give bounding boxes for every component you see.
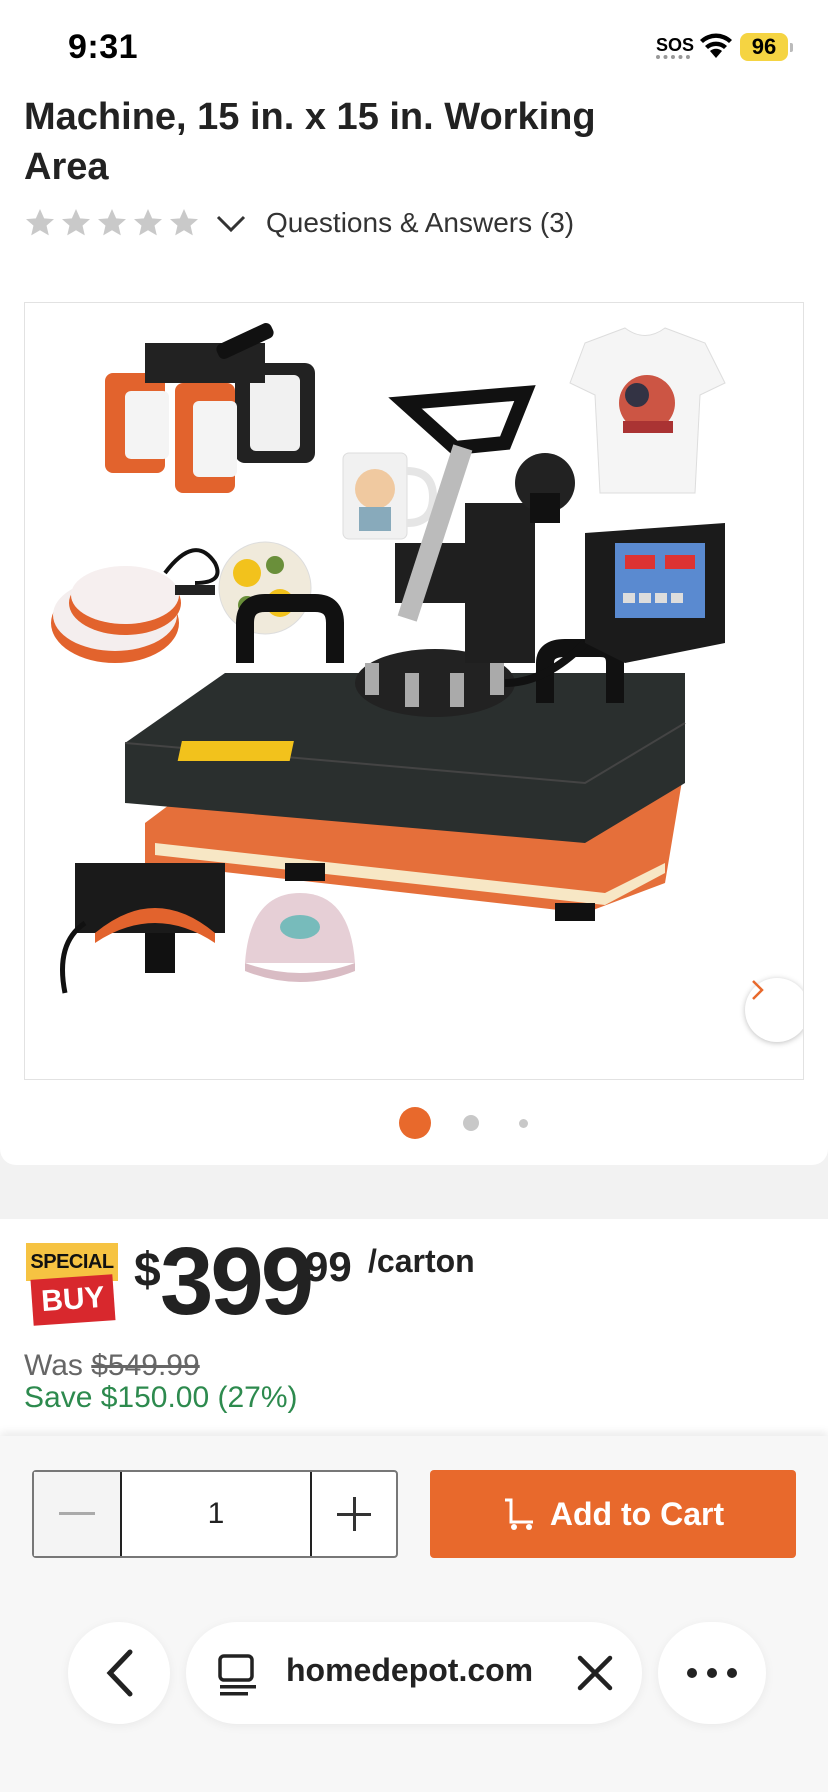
was-label: Was bbox=[24, 1349, 83, 1382]
add-to-cart-label: Add to Cart bbox=[549, 1495, 725, 1532]
tab-overview-icon bbox=[218, 1654, 256, 1696]
battery-icon: 96 bbox=[740, 33, 788, 61]
t-shirt bbox=[569, 327, 726, 494]
star-icon bbox=[26, 209, 54, 236]
price-unit: /carton bbox=[368, 1243, 475, 1279]
heat-press-illustration bbox=[51, 323, 726, 994]
product-card: Machine, 15 in. x 15 in. Working Area Qu… bbox=[0, 90, 828, 1165]
product-title: Machine, 15 in. x 15 in. Working Area bbox=[24, 96, 596, 188]
wifi-icon bbox=[700, 33, 732, 58]
special-buy-badge: SPECIAL BUY bbox=[26, 1243, 118, 1326]
browser-back-button[interactable] bbox=[68, 1622, 170, 1724]
sos-indicator: SOS bbox=[656, 35, 695, 55]
price-card: SPECIAL BUY $ 399 99 /carton Was $549.99… bbox=[0, 1219, 828, 1439]
star-icon bbox=[134, 209, 162, 236]
quantity-stepper: 1 bbox=[32, 1470, 398, 1558]
rating-row[interactable]: Questions & Answers (3) bbox=[24, 202, 574, 244]
browser-more-button[interactable] bbox=[658, 1622, 766, 1724]
cart-bar: 1 Add to Cart bbox=[0, 1436, 828, 1792]
cap bbox=[245, 893, 355, 982]
star-rating bbox=[24, 207, 200, 239]
price-currency: $ bbox=[134, 1244, 161, 1297]
star-icon bbox=[62, 209, 90, 236]
pagination-dot[interactable] bbox=[463, 1115, 479, 1131]
plate-pads bbox=[51, 548, 220, 663]
quantity-decrease-button[interactable] bbox=[34, 1472, 120, 1556]
star-icon bbox=[170, 209, 198, 236]
pagination-dot[interactable] bbox=[519, 1119, 528, 1128]
badge-buy-text: BUY bbox=[30, 1274, 116, 1326]
hat-press-attachment bbox=[60, 863, 225, 994]
product-image[interactable] bbox=[24, 302, 804, 1080]
close-icon[interactable] bbox=[574, 1652, 616, 1694]
plus-icon bbox=[337, 1497, 371, 1531]
url-text[interactable]: homedepot.com bbox=[286, 1652, 533, 1689]
quantity-input[interactable]: 1 bbox=[120, 1472, 312, 1556]
savings-text: Save $150.00 (27%) bbox=[24, 1381, 298, 1414]
cart-icon bbox=[504, 1498, 533, 1530]
mug-press-attachments bbox=[105, 323, 315, 493]
chevron-down-icon[interactable] bbox=[214, 206, 248, 240]
was-price-row: Was $549.99 bbox=[24, 1349, 200, 1383]
was-price: $549.99 bbox=[91, 1349, 200, 1382]
mug bbox=[342, 452, 438, 540]
questions-answers-link[interactable]: Questions & Answers (3) bbox=[266, 207, 574, 239]
battery-tip bbox=[790, 43, 793, 52]
status-time: 9:31 bbox=[68, 28, 139, 66]
gallery-next-button[interactable] bbox=[745, 978, 803, 1042]
status-bar: 9:31 SOS 96 bbox=[0, 0, 828, 90]
star-icon bbox=[98, 209, 126, 236]
signal-dots-icon bbox=[656, 55, 690, 59]
coaster bbox=[218, 541, 312, 635]
more-icon bbox=[687, 1668, 737, 1678]
minus-icon bbox=[59, 1512, 95, 1515]
pagination-dot-active[interactable] bbox=[399, 1107, 431, 1139]
price-dollars: 399 bbox=[160, 1228, 314, 1335]
price-cents: 99 bbox=[305, 1243, 352, 1290]
add-to-cart-button[interactable]: Add to Cart bbox=[430, 1470, 796, 1558]
gallery-pagination bbox=[0, 1103, 828, 1143]
address-bar[interactable]: homedepot.com bbox=[186, 1622, 642, 1724]
quantity-increase-button[interactable] bbox=[312, 1472, 396, 1556]
chevron-right-icon bbox=[752, 980, 764, 1000]
chevron-left-icon bbox=[106, 1649, 133, 1697]
